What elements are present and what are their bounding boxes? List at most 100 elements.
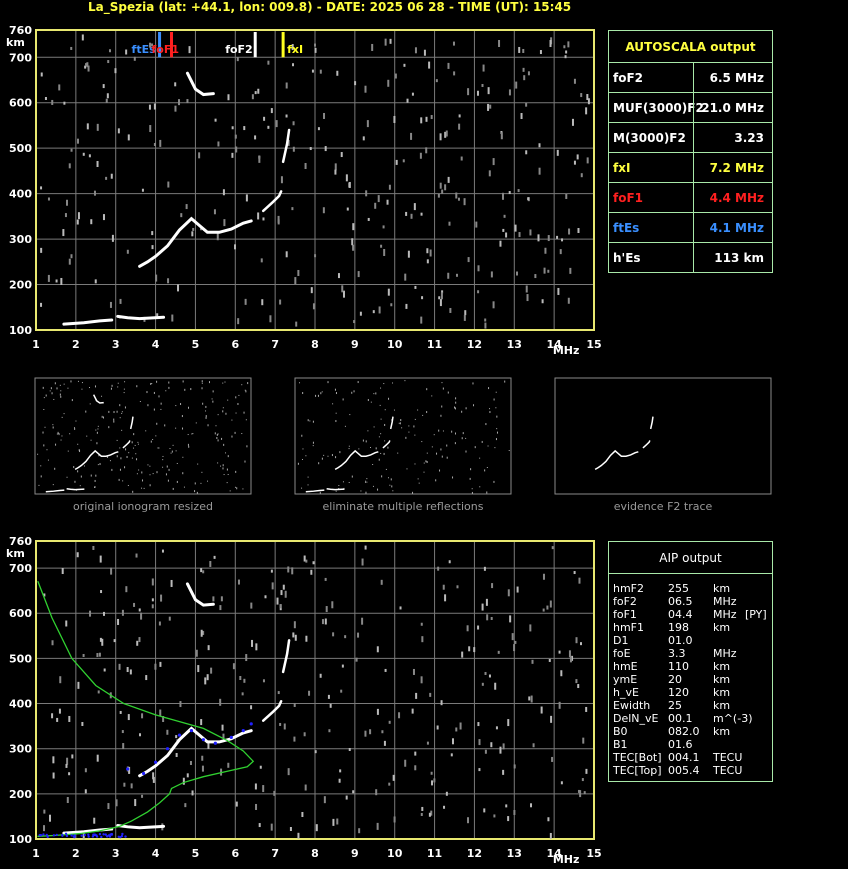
profile-point	[121, 832, 124, 836]
thumb-noise	[101, 395, 103, 397]
thumb-noise	[43, 444, 45, 447]
thumb-noise	[380, 387, 382, 389]
noise-dot	[580, 173, 583, 178]
thumb-noise	[235, 412, 237, 414]
noise-dot	[68, 715, 71, 722]
main-ionogram: ftEsfoF1 foF2 fxI1 2 3 4 5 6 7 8 9 10 11 12 13 14 15MHz7…	[6, 24, 602, 357]
noise-dot	[414, 751, 417, 756]
noise-dot	[502, 769, 505, 775]
thumb-noise	[61, 416, 63, 418]
autoscala-label: M(3000)F2	[613, 131, 686, 145]
y-tick-label: 400	[9, 698, 32, 711]
noise-dot	[117, 618, 120, 625]
noise-dot	[404, 759, 407, 767]
noise-dot	[325, 606, 328, 613]
noise-dot	[204, 677, 207, 685]
noise-dot	[308, 690, 311, 696]
noise-dot	[40, 302, 43, 307]
thumb-noise	[226, 468, 228, 471]
profile-point	[39, 834, 43, 837]
autoscala-label: ftEs	[613, 221, 640, 235]
thumb-noise	[375, 447, 377, 450]
autoscala-value: 113 km	[714, 251, 764, 265]
profile-point	[124, 835, 127, 838]
profile-point	[55, 833, 58, 837]
noise-dot	[122, 743, 125, 750]
thumb-noise	[116, 410, 118, 413]
noise-dot	[270, 569, 273, 573]
aip-value: 01.6	[668, 738, 693, 751]
noise-dot	[133, 602, 136, 607]
thumb-noise	[171, 450, 173, 453]
aip-row-yme: ymE 20 km	[613, 673, 773, 686]
aip-row-b0: B0 082.0 km	[613, 725, 773, 738]
noise-dot	[59, 676, 62, 684]
noise-dot	[447, 272, 450, 279]
thumb-noise	[73, 466, 75, 469]
y-tick-label: 600	[9, 97, 32, 110]
noise-dot	[508, 191, 511, 195]
x-tick-label: 4	[152, 847, 160, 860]
noise-dot	[273, 790, 276, 796]
thumb-noise	[124, 381, 126, 383]
y-tick-label: 700	[9, 51, 32, 64]
noise-dot	[386, 199, 389, 205]
thumb-noise	[462, 432, 464, 435]
noise-dot	[387, 79, 390, 87]
noise-dot	[180, 213, 183, 218]
noise-dot	[314, 43, 317, 47]
noise-dot	[336, 70, 339, 76]
thumb-noise	[391, 485, 393, 488]
thumb-noise	[384, 440, 386, 442]
noise-dot	[413, 203, 416, 211]
thumb-frame	[294, 377, 512, 495]
noise-dot	[420, 117, 423, 124]
autoscala-label: foF2	[613, 71, 644, 85]
noise-dot	[453, 71, 456, 76]
noise-dot	[450, 753, 453, 757]
noise-dot	[167, 278, 170, 284]
thumb-noise	[225, 452, 227, 454]
autoscala-row-m3000f2: M(3000)F2 3.23	[609, 123, 772, 153]
thumb-noise	[223, 474, 225, 476]
thumb-noise	[299, 382, 301, 384]
thumb-noise	[357, 381, 359, 384]
noise-dot	[182, 777, 185, 785]
noise-dot	[543, 267, 546, 274]
thumb-noise	[471, 491, 473, 494]
noise-dot	[76, 138, 79, 144]
thumb-noise	[42, 431, 44, 434]
y-tick-label: 300	[9, 743, 32, 756]
thumb-noise	[508, 450, 510, 452]
noise-dot	[475, 221, 478, 228]
noise-dot	[448, 560, 451, 564]
thumb-noise	[117, 386, 119, 388]
noise-dot	[585, 107, 588, 115]
thumb-noise	[73, 427, 75, 429]
y-tick-label: 100	[9, 833, 32, 846]
thumb-noise	[238, 394, 240, 396]
thumb-trace	[326, 487, 345, 491]
noise-dot	[441, 189, 444, 194]
noise-dot	[415, 692, 418, 699]
noise-dot	[337, 273, 340, 279]
noise-dot	[255, 643, 258, 651]
noise-dot	[285, 251, 288, 258]
noise-dot	[309, 147, 312, 151]
noise-dot	[259, 765, 262, 769]
thumb-noise	[191, 433, 193, 435]
thumb-noise	[431, 446, 433, 448]
noise-dot	[184, 803, 187, 808]
thumb-noise	[216, 433, 218, 436]
thumb-noise	[404, 380, 406, 382]
x-tick-label: 7	[271, 338, 279, 351]
thumb-noise	[166, 465, 168, 468]
thumb-noise	[426, 461, 428, 464]
thumb-noise	[149, 474, 151, 476]
thumb-noise	[235, 396, 237, 399]
thumb-noise	[139, 401, 141, 403]
noise-dot	[573, 571, 576, 575]
aip-row-ewidth: Ewidth 25 km	[613, 699, 773, 712]
noise-dot	[111, 234, 114, 242]
noise-dot	[492, 301, 495, 309]
